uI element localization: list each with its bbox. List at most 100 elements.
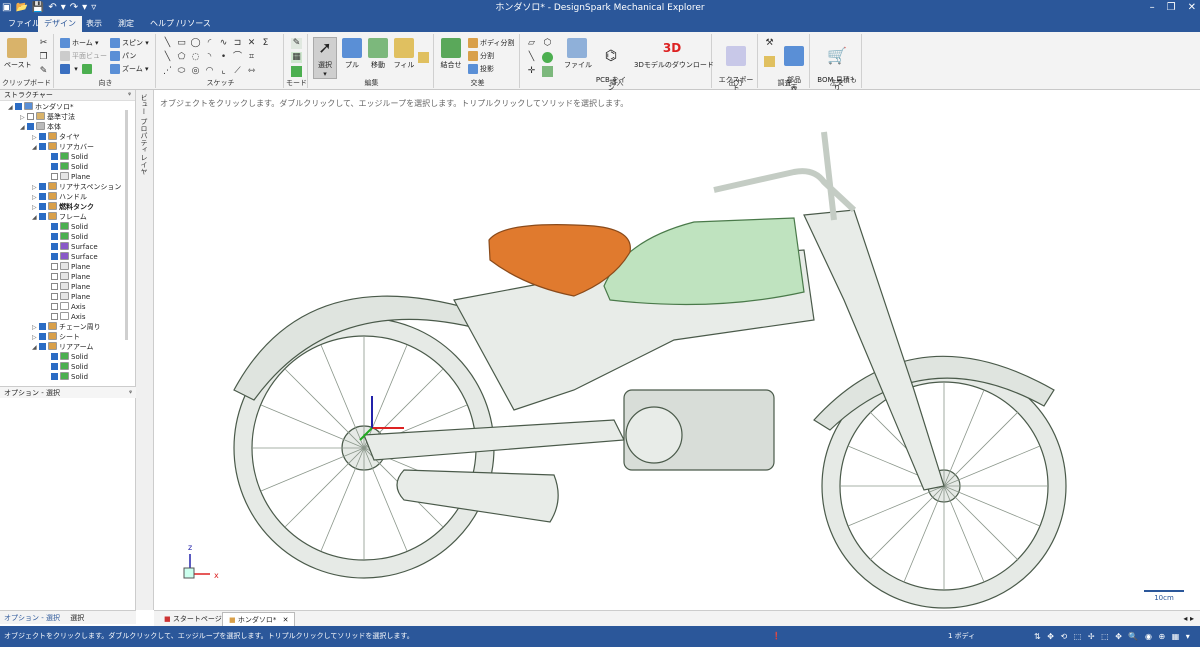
tree-item[interactable]: Plane bbox=[44, 292, 90, 302]
fillet-icon[interactable]: ⌞ bbox=[218, 66, 229, 77]
3d-viewport[interactable]: オブジェクトをクリックします。ダブルクリックして、エッジループを選択します。トリ… bbox=[154, 90, 1200, 610]
sphere-icon[interactable] bbox=[542, 52, 553, 63]
tangent-line-icon[interactable]: ╲ bbox=[162, 52, 173, 63]
visibility-checkbox[interactable] bbox=[39, 213, 46, 220]
visibility-checkbox[interactable] bbox=[51, 273, 58, 280]
axis-icon[interactable]: ╲ bbox=[526, 52, 537, 63]
tree-item[interactable]: ▷ 燃料タンク bbox=[32, 202, 94, 212]
three-point-arc-icon[interactable]: ◠ bbox=[204, 66, 215, 77]
warning-icon[interactable]: ❗ bbox=[772, 626, 781, 647]
plane-view-button[interactable]: 平面ビュー bbox=[60, 51, 107, 61]
tab-options-select[interactable]: オプション - 選択 bbox=[4, 614, 60, 622]
circle-3pt-icon[interactable]: ◌ bbox=[190, 52, 201, 63]
tab-nav-arrows[interactable]: ◂ ▸ bbox=[1183, 612, 1194, 626]
measure-icon[interactable]: ⚒ bbox=[764, 38, 775, 49]
tree-item[interactable]: Plane bbox=[44, 172, 90, 182]
tree-item[interactable]: ◢ リアカバー bbox=[32, 142, 94, 152]
view-tools[interactable]: ⇅ ✥ ⟲ ⬚ ✢ ⬚ ✥ 🔍 ◉ ⊕ ▦ ▾ bbox=[1034, 626, 1192, 647]
point-icon[interactable]: • bbox=[218, 52, 229, 63]
rectangle-icon[interactable]: ▭ bbox=[176, 38, 187, 49]
visibility-checkbox[interactable] bbox=[39, 343, 46, 350]
select-button[interactable]: ➚ 選択 ▾ bbox=[313, 37, 337, 79]
close-tab-icon[interactable]: ✕ bbox=[283, 616, 289, 624]
visibility-checkbox[interactable] bbox=[51, 283, 58, 290]
tab-design[interactable]: デザイン bbox=[38, 16, 82, 32]
combine-button[interactable]: 結合せ bbox=[438, 38, 464, 70]
tree-item[interactable]: ◢ ホンダソロ* bbox=[8, 102, 74, 112]
visibility-checkbox[interactable] bbox=[51, 233, 58, 240]
tree-item[interactable]: Surface bbox=[44, 252, 98, 262]
visibility-checkbox[interactable] bbox=[51, 353, 58, 360]
tree-item[interactable]: Plane bbox=[44, 282, 90, 292]
split-button[interactable]: 分割 bbox=[468, 51, 494, 61]
options-pin-icon[interactable]: ᵠ bbox=[129, 387, 132, 399]
arc-icon[interactable]: ◜ bbox=[204, 38, 215, 49]
cut-icon[interactable]: ✂ bbox=[38, 38, 49, 49]
tree-item[interactable]: ◢ 本体 bbox=[20, 122, 61, 132]
tree-item[interactable]: Axis bbox=[44, 302, 86, 312]
tab-help-resources[interactable]: ヘルプ /リソース bbox=[144, 16, 217, 32]
visibility-checkbox[interactable] bbox=[51, 303, 58, 310]
circle-center-icon[interactable]: ◎ bbox=[190, 66, 201, 77]
construction-line-icon[interactable]: ⋰ bbox=[162, 66, 173, 77]
visibility-checkbox[interactable] bbox=[51, 153, 58, 160]
handlebar[interactable] bbox=[713, 131, 857, 221]
section-mode-icon[interactable]: ▦ bbox=[291, 52, 302, 63]
expand-toggle-icon[interactable]: ◢ bbox=[32, 343, 39, 353]
visibility-checkbox[interactable] bbox=[51, 373, 58, 380]
tab-view[interactable]: 表示 bbox=[80, 16, 108, 32]
visibility-checkbox[interactable] bbox=[27, 113, 34, 120]
tab-select[interactable]: 選択 bbox=[70, 614, 84, 622]
visibility-checkbox[interactable] bbox=[51, 263, 58, 270]
side-tab-properties[interactable]: プロパティ bbox=[139, 118, 149, 153]
offset-icon[interactable]: ⊐ bbox=[232, 38, 243, 49]
paste-button[interactable]: ペースト bbox=[4, 38, 32, 70]
copy-icon[interactable]: ❐ bbox=[38, 52, 49, 63]
tree-item[interactable]: ▷ シート bbox=[32, 332, 80, 342]
home-button[interactable]: ホーム ▾ bbox=[60, 38, 99, 48]
origin-icon[interactable]: ✛ bbox=[526, 66, 537, 77]
visibility-checkbox[interactable] bbox=[27, 123, 34, 130]
tree-item[interactable]: Solid bbox=[44, 232, 88, 242]
tree-item[interactable]: Plane bbox=[44, 262, 90, 272]
insert-file-button[interactable]: ファイル bbox=[564, 38, 592, 70]
circle-icon[interactable]: ◯ bbox=[190, 38, 201, 49]
swept-arc-icon[interactable]: ◝ bbox=[204, 52, 215, 63]
dimension-icon[interactable]: ⇿ bbox=[246, 66, 257, 77]
visibility-checkbox[interactable] bbox=[51, 223, 58, 230]
sum-icon[interactable]: Σ bbox=[260, 38, 271, 49]
visibility-checkbox[interactable] bbox=[39, 143, 46, 150]
tree-item[interactable]: Surface bbox=[44, 242, 98, 252]
tab-measure[interactable]: 測定 bbox=[112, 16, 140, 32]
visibility-checkbox[interactable] bbox=[51, 173, 58, 180]
visibility-checkbox[interactable] bbox=[51, 363, 58, 370]
close-button[interactable]: ✕ bbox=[1188, 0, 1196, 16]
visibility-checkbox[interactable] bbox=[39, 333, 46, 340]
sketch-mode-icon[interactable]: ✎ bbox=[291, 38, 302, 49]
visibility-checkbox[interactable] bbox=[51, 163, 58, 170]
tab-honda-solo[interactable]: ■ ホンダソロ* ✕ bbox=[222, 612, 296, 626]
zoom-button[interactable]: ズーム ▾ bbox=[110, 64, 149, 74]
tree-scrollbar[interactable] bbox=[125, 110, 128, 340]
tab-start-page[interactable]: ■ スタートページ bbox=[158, 612, 228, 626]
extend-icon[interactable]: ⟋ bbox=[232, 66, 243, 77]
expand-toggle-icon[interactable]: ◢ bbox=[8, 103, 15, 113]
motorcycle-model[interactable]: z x bbox=[154, 90, 1200, 610]
line-icon[interactable]: ╲ bbox=[162, 38, 173, 49]
tree-item[interactable]: ▷ チェーン周り bbox=[32, 322, 101, 332]
visibility-checkbox[interactable] bbox=[39, 133, 46, 140]
split-body-button[interactable]: ボディ分割 bbox=[468, 38, 515, 48]
tree-item[interactable]: Solid bbox=[44, 152, 88, 162]
side-tab-layers[interactable]: レイヤ bbox=[139, 154, 149, 175]
tree-item[interactable]: Solid bbox=[44, 162, 88, 172]
view-cube-button[interactable]: ▾ bbox=[60, 64, 94, 74]
tree-item[interactable]: ▷ ハンドル bbox=[32, 192, 87, 202]
3d-mode-icon[interactable] bbox=[291, 66, 302, 77]
box-icon[interactable] bbox=[542, 66, 553, 77]
tree-item[interactable]: ◢ リアアーム bbox=[32, 342, 93, 352]
expand-toggle-icon[interactable]: ◢ bbox=[20, 123, 27, 133]
trim-icon[interactable]: ✕ bbox=[246, 38, 257, 49]
move-button[interactable]: 移動 bbox=[366, 38, 390, 70]
expand-toggle-icon[interactable]: ◢ bbox=[32, 213, 39, 223]
visibility-checkbox[interactable] bbox=[39, 183, 46, 190]
